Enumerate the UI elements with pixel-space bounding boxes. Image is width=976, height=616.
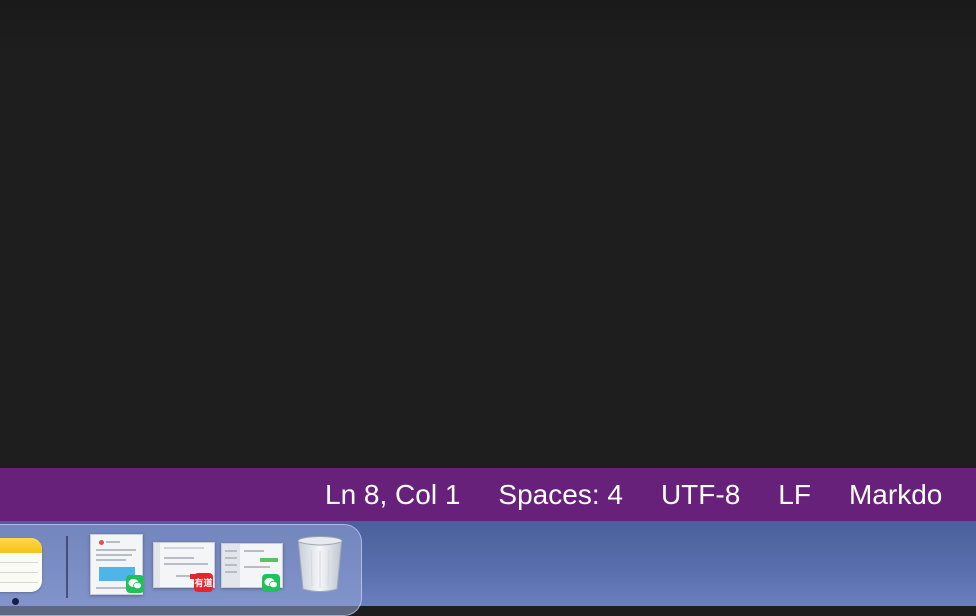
status-encoding[interactable]: UTF-8 [642,468,759,521]
notes-icon[interactable] [0,538,42,592]
editor-area[interactable] [0,0,976,468]
dock-separator [66,536,68,598]
status-language-mode[interactable]: Markdo [830,468,961,521]
youdao-badge-label: 有道 [194,578,213,588]
youdao-icon: 有道 [194,573,213,592]
trash-icon[interactable] [297,536,343,594]
status-indentation[interactable]: Spaces: 4 [479,468,642,521]
wechat-icon [262,574,280,592]
running-indicator [12,598,19,605]
status-cursor-position[interactable]: Ln 8, Col 1 [306,468,479,521]
wechat-icon [126,575,144,593]
status-bar: Ln 8, Col 1 Spaces: 4 UTF-8 LF Markdo [0,468,976,521]
status-line-ending[interactable]: LF [759,468,830,521]
